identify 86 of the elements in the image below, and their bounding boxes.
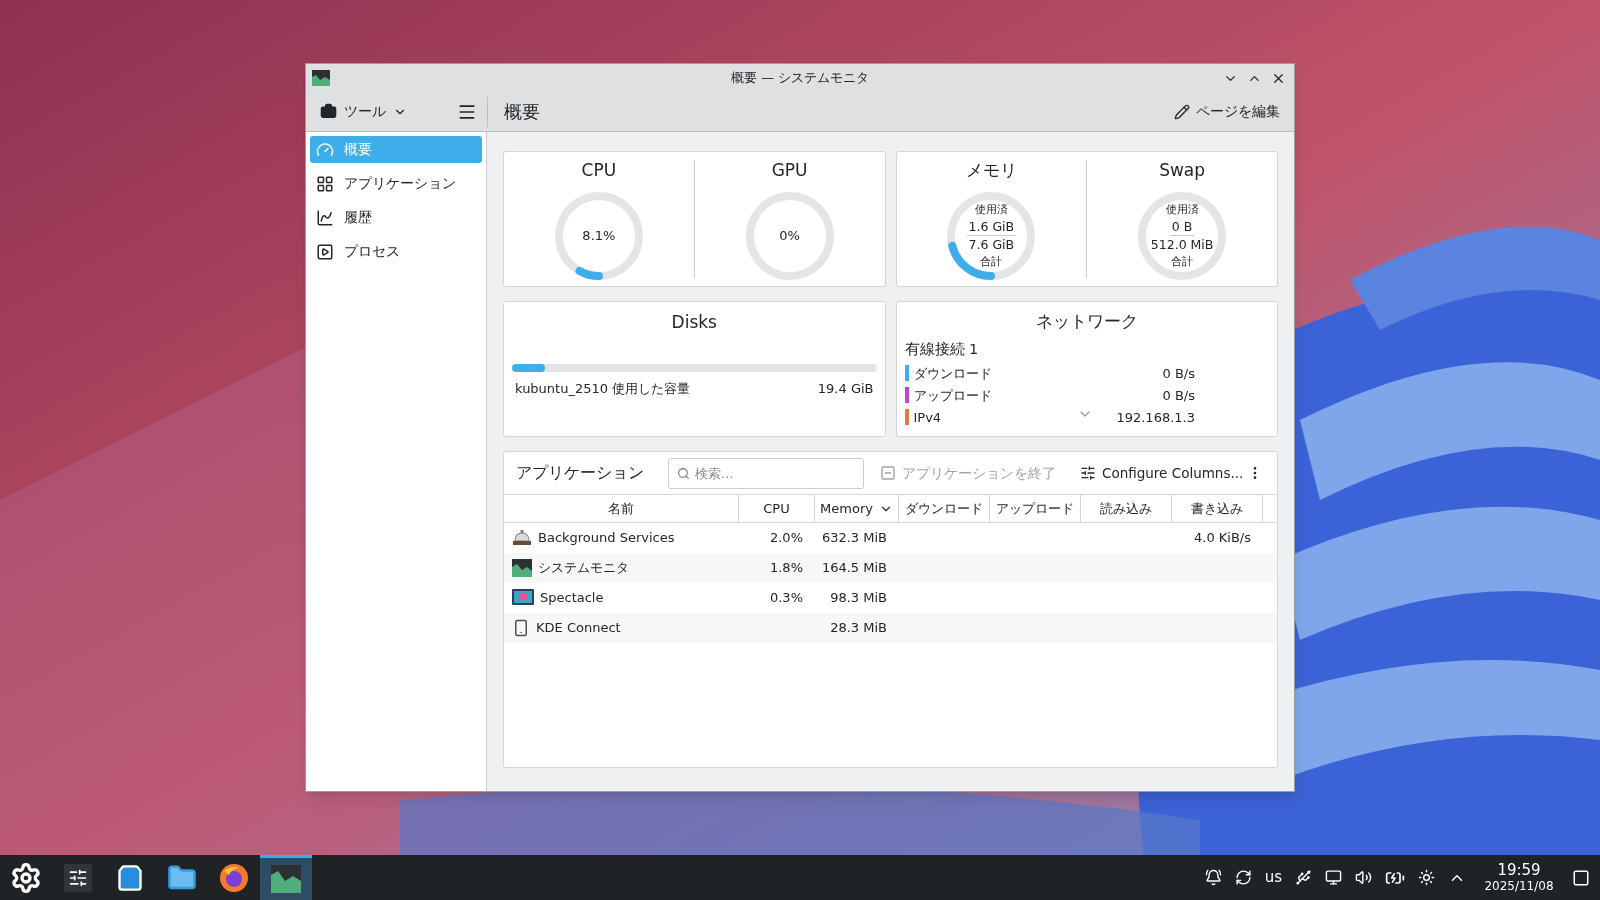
sliders-app-icon[interactable] [64, 863, 92, 892]
gauge-title: GPU [771, 159, 808, 182]
table-row[interactable]: システムモニタ 1.8% 164.5 MiB [504, 553, 1277, 583]
connection-name: 有線接続 1 [904, 339, 980, 359]
volume-icon[interactable] [1355, 869, 1372, 886]
card-title: ネットワーク [1035, 310, 1138, 333]
sliders-icon [1080, 465, 1096, 481]
chart-app-icon [512, 559, 532, 577]
search-icon [677, 466, 690, 480]
network-label: アップロード [913, 386, 992, 405]
table-cell-text: 28.3 MiB [830, 619, 887, 638]
brightness-icon[interactable] [1418, 869, 1435, 886]
gauge-title: CPU [581, 159, 617, 182]
network-value: 192.168.1.3 [1116, 408, 1195, 427]
table-cell-text: KDE Connect [536, 619, 621, 638]
table-cell-text: 4.0 KiB/s [1194, 529, 1251, 548]
window-title: 概要 — システムモニタ [730, 69, 870, 88]
clock[interactable]: 19:59 2025/11/08 [1479, 861, 1559, 894]
tools-menu[interactable]: ツール [320, 101, 407, 122]
column-header[interactable]: アップロード [990, 495, 1081, 522]
sidebar-icon [316, 208, 334, 227]
table-row[interactable]: KDE Connect 28.3 MiB [504, 613, 1277, 643]
column-header[interactable]: CPU [739, 495, 815, 522]
table-cell-text: 98.3 MiB [830, 589, 887, 608]
used-label: 使用済 [1165, 202, 1199, 218]
disk-name: kubuntu_2510 使用した容量 [515, 379, 691, 398]
table-cell-text: システムモニタ [538, 559, 629, 578]
phone-icon [512, 619, 530, 637]
service-bell-icon [512, 529, 532, 547]
table-cell-text: Spectacle [540, 589, 604, 608]
clock-time: 19:59 [1497, 861, 1541, 878]
gauge-value: 8.1% [582, 226, 616, 245]
sidebar-icon [316, 242, 334, 261]
network-value: 0 B/s [1162, 364, 1195, 383]
network-icon[interactable] [1325, 869, 1342, 886]
edit-page-button[interactable]: ページを編集 [1174, 101, 1280, 122]
table-cell-text: 632.3 MiB [821, 529, 887, 548]
gauge-title: Swap [1159, 159, 1206, 182]
used-label: 使用済 [974, 202, 1008, 218]
gauge-value: 0% [779, 226, 800, 245]
table-cell-text: 2.0% [769, 529, 803, 548]
table-cell-text: 0.3% [769, 589, 803, 608]
browser-icon[interactable] [219, 862, 249, 893]
keyboard-layout[interactable]: us [1264, 866, 1282, 889]
column-header[interactable]: 書き込み [1172, 495, 1263, 522]
page-title: 概要 [504, 100, 540, 124]
shopping-bag-icon[interactable] [116, 863, 144, 892]
sidebar-icon [316, 174, 334, 193]
search-field[interactable]: 検索... [668, 457, 864, 489]
table-cell-text: Background Services [538, 529, 675, 548]
network-label: ダウンロード [913, 364, 992, 383]
chart-app-icon[interactable] [271, 865, 301, 893]
sidebar-item[interactable]: 履歴 [310, 204, 482, 231]
used-value: 0 B [1169, 218, 1195, 236]
launcher-gear-icon[interactable] [10, 861, 42, 894]
sidebar-item[interactable]: アプリケーション [310, 170, 482, 197]
column-header[interactable]: 読み込み [1081, 495, 1172, 522]
table-cell-text: 1.8% [769, 559, 803, 578]
network-label: IPv4 [913, 408, 942, 427]
total-label: 合計 [980, 254, 1003, 270]
usb-icon[interactable] [1295, 869, 1312, 886]
column-header[interactable]: ダウンロード [899, 495, 990, 522]
column-header[interactable]: 名前 [504, 495, 739, 522]
total-value: 512.0 MiB [1150, 236, 1214, 253]
used-value: 1.6 GiB [966, 218, 1017, 236]
column-header[interactable]: Memory [815, 495, 899, 522]
bell-icon[interactable] [1204, 869, 1222, 886]
configure-columns-button[interactable]: Configure Columns... [1080, 462, 1244, 484]
table-cell-text: 164.5 MiB [821, 559, 887, 578]
clock-date: 2025/11/08 [1484, 877, 1554, 894]
end-icon [880, 465, 896, 481]
total-value: 7.6 GiB [968, 236, 1015, 253]
sidebar-icon [316, 140, 334, 159]
card-title: Disks [671, 311, 717, 334]
briefcase-icon [320, 103, 337, 120]
disk-value: 19.4 GiB [817, 379, 874, 398]
panel-title: アプリケーション [516, 462, 645, 484]
network-value: 0 B/s [1162, 386, 1195, 405]
show-desktop-icon[interactable] [1572, 868, 1590, 887]
sidebar-item[interactable]: プロセス [310, 238, 482, 265]
chart-app-icon [312, 70, 330, 86]
screen-app-icon [512, 589, 534, 607]
update-icon[interactable] [1234, 869, 1252, 886]
pencil-icon [1174, 103, 1190, 120]
total-label: 合計 [1171, 254, 1194, 270]
gauge-title: メモリ [965, 159, 1017, 182]
